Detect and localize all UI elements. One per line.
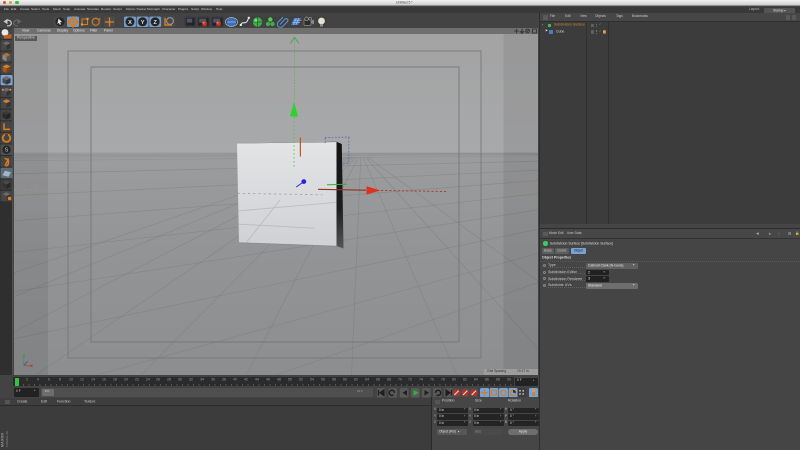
- svg-text:Z: Z: [153, 20, 157, 26]
- svg-text:X: X: [128, 20, 132, 26]
- svg-text:Y: Y: [141, 20, 145, 26]
- svg-text:S: S: [5, 148, 9, 154]
